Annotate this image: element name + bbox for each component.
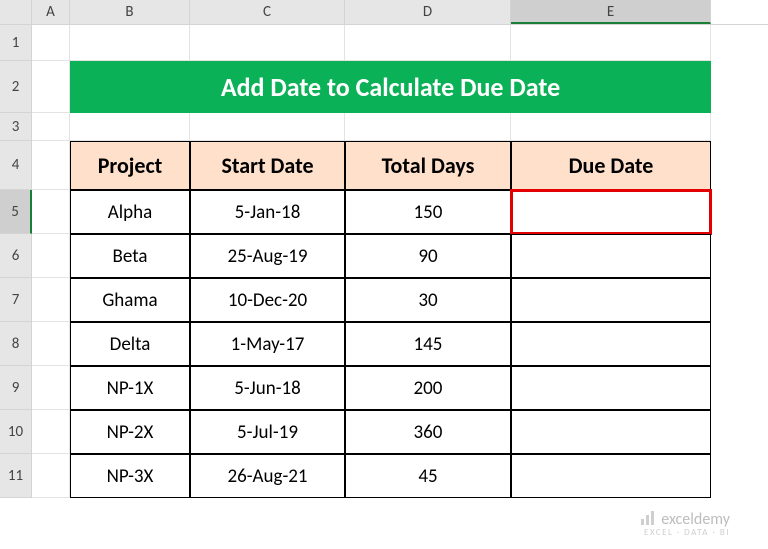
cell-due-3[interactable] [511,322,711,366]
cell-d1[interactable] [345,25,511,61]
cell-a9[interactable] [32,366,70,410]
row-6: 6 Beta 25-Aug-19 90 [0,234,768,278]
col-header-d[interactable]: D [345,0,511,24]
cell-a3[interactable] [32,113,70,141]
cell-days-4[interactable]: 200 [345,366,511,410]
cell-project-2[interactable]: Ghama [70,278,190,322]
cell-start-2[interactable]: 10-Dec-20 [190,278,345,322]
cell-project-4[interactable]: NP-1X [70,366,190,410]
row-header-9[interactable]: 9 [0,366,32,410]
row-1: 1 [0,25,768,61]
cell-e1[interactable] [511,25,711,61]
cell-project-1[interactable]: Beta [70,234,190,278]
col-header-a[interactable]: A [32,0,70,24]
cell-start-0[interactable]: 5-Jan-18 [190,190,345,234]
cell-days-6[interactable]: 45 [345,454,511,498]
row-header-8[interactable]: 8 [0,322,32,366]
row-header-4[interactable]: 4 [0,141,32,190]
row-3: 3 [0,113,768,141]
row-10: 10 NP-2X 5-Jul-19 360 [0,410,768,454]
row-header-5[interactable]: 5 [0,190,32,234]
cell-days-2[interactable]: 30 [345,278,511,322]
col-header-e[interactable]: E [511,0,711,24]
row-2: 2 Add Date to Calculate Due Date [0,61,768,113]
cell-start-6[interactable]: 26-Aug-21 [190,454,345,498]
cell-b1[interactable] [70,25,190,61]
chart-icon [640,510,656,530]
column-headers: A B C D E [0,0,768,25]
cell-c3[interactable] [190,113,345,141]
cell-e3[interactable] [511,113,711,141]
row-7: 7 Ghama 10-Dec-20 30 [0,278,768,322]
cell-days-1[interactable]: 90 [345,234,511,278]
cell-project-3[interactable]: Delta [70,322,190,366]
watermark: exceldemy EXCEL · DATA · BI [640,508,730,537]
cell-a7[interactable] [32,278,70,322]
cell-days-0[interactable]: 150 [345,190,511,234]
cell-d3[interactable] [345,113,511,141]
col-header-c[interactable]: C [190,0,345,24]
row-header-6[interactable]: 6 [0,234,32,278]
row-4: 4 Project Start Date Total Days Due Date [0,141,768,190]
cell-due-1[interactable] [511,234,711,278]
cell-project-6[interactable]: NP-3X [70,454,190,498]
cell-due-6[interactable] [511,454,711,498]
title-banner: Add Date to Calculate Due Date [70,61,711,113]
cell-start-4[interactable]: 5-Jun-18 [190,366,345,410]
row-header-10[interactable]: 10 [0,410,32,454]
cell-a8[interactable] [32,322,70,366]
header-due-date[interactable]: Due Date [511,141,711,190]
cell-a10[interactable] [32,410,70,454]
cell-days-5[interactable]: 360 [345,410,511,454]
cell-days-3[interactable]: 145 [345,322,511,366]
cell-a2[interactable] [32,61,70,113]
cell-a11[interactable] [32,454,70,498]
row-11: 11 NP-3X 26-Aug-21 45 [0,454,768,498]
row-header-2[interactable]: 2 [0,61,32,113]
cell-start-1[interactable]: 25-Aug-19 [190,234,345,278]
col-header-b[interactable]: B [70,0,190,24]
cell-start-3[interactable]: 1-May-17 [190,322,345,366]
row-9: 9 NP-1X 5-Jun-18 200 [0,366,768,410]
cell-project-5[interactable]: NP-2X [70,410,190,454]
grid-body: 1 2 Add Date to Calculate Due Date 3 4 P… [0,25,768,498]
cell-b3[interactable] [70,113,190,141]
cell-a1[interactable] [32,25,70,61]
cell-due-0[interactable] [511,190,711,234]
cell-due-4[interactable] [511,366,711,410]
row-8: 8 Delta 1-May-17 145 [0,322,768,366]
cell-a4[interactable] [32,141,70,190]
header-total-days[interactable]: Total Days [345,141,511,190]
select-all-corner[interactable] [0,0,32,24]
cell-a5[interactable] [32,190,70,234]
header-project[interactable]: Project [70,141,190,190]
row-5: 5 Alpha 5-Jan-18 150 [0,190,768,234]
cell-start-5[interactable]: 5-Jul-19 [190,410,345,454]
header-start-date[interactable]: Start Date [190,141,345,190]
cell-c1[interactable] [190,25,345,61]
cell-due-5[interactable] [511,410,711,454]
row-header-1[interactable]: 1 [0,25,32,61]
cell-project-0[interactable]: Alpha [70,190,190,234]
row-header-11[interactable]: 11 [0,454,32,498]
cell-a6[interactable] [32,234,70,278]
row-header-7[interactable]: 7 [0,278,32,322]
row-header-3[interactable]: 3 [0,113,32,141]
cell-due-2[interactable] [511,278,711,322]
spreadsheet: A B C D E 1 2 Add Date to Calculate Due … [0,0,768,549]
